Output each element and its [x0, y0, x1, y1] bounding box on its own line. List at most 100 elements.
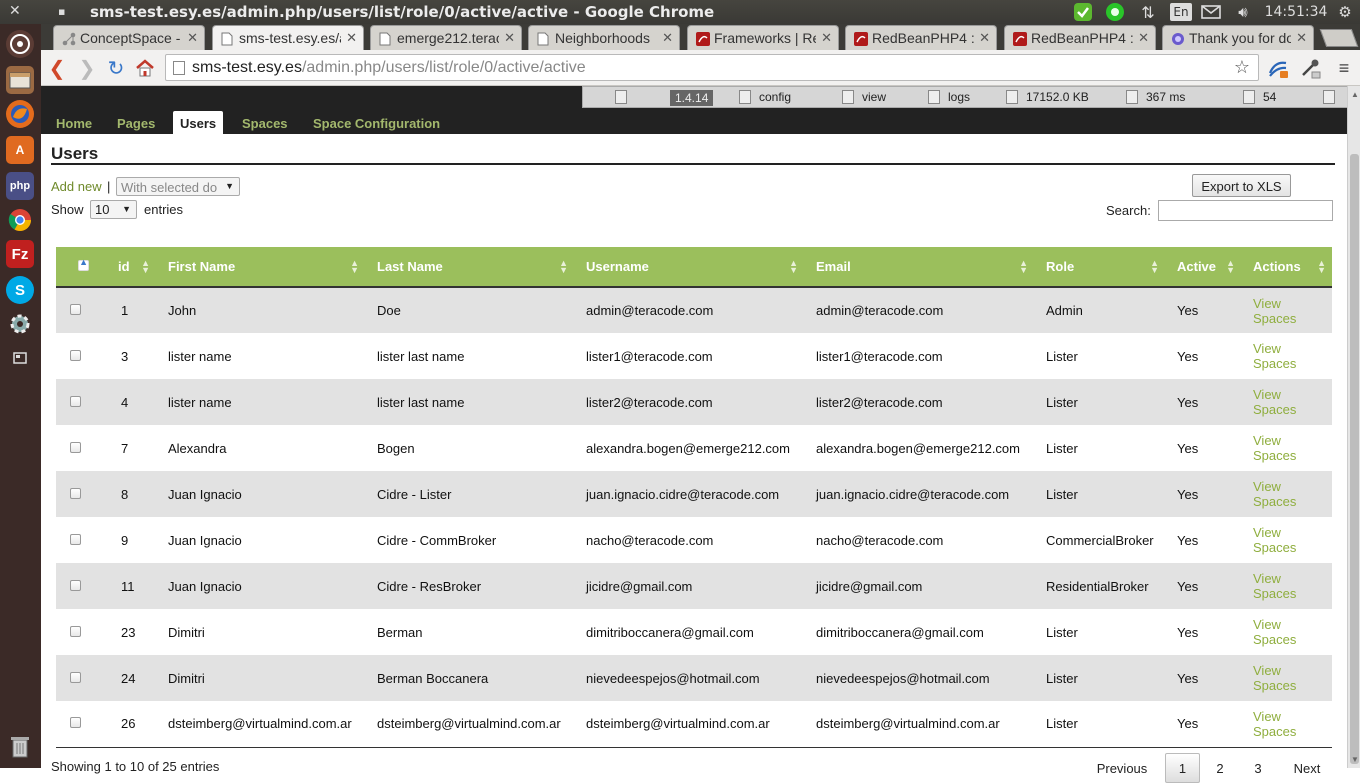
debug-view[interactable]: view [842, 90, 886, 104]
tab-redbean-1[interactable]: RedBeanPHP4 :: ✕ [845, 25, 997, 50]
close-icon[interactable]: ✕ [1138, 30, 1149, 46]
column-header-last-name[interactable]: Last Name ▲ ▼ [365, 247, 574, 288]
column-header-id[interactable]: id ▲ ▼ [106, 247, 156, 288]
bulk-action-select[interactable]: With selected do ▼ [116, 177, 240, 196]
pagination-next[interactable]: Next [1281, 753, 1333, 783]
extension-icon[interactable] [1266, 56, 1290, 80]
column-header-active[interactable]: Active ▲ ▼ [1165, 247, 1241, 288]
skype-icon[interactable]: S [6, 276, 34, 304]
row-checkbox[interactable] [70, 533, 81, 545]
close-icon[interactable]: ✕ [346, 30, 357, 46]
system-settings-icon[interactable] [6, 310, 34, 338]
ubuntu-icon[interactable] [6, 30, 34, 58]
row-checkbox[interactable] [70, 487, 81, 499]
menu-icon[interactable]: ≡ [1332, 56, 1356, 80]
close-icon[interactable]: ✕ [979, 30, 990, 46]
row-checkbox[interactable] [70, 625, 81, 637]
debug-logs[interactable]: logs [928, 90, 970, 104]
row-checkbox[interactable] [70, 717, 81, 729]
tab-neighborhoods[interactable]: Neighborhoods ✕ [528, 25, 680, 50]
tab-thank-you[interactable]: Thank you for do ✕ [1162, 25, 1314, 50]
network-icon[interactable]: ⇅ [1139, 3, 1157, 22]
tab-redbean-2[interactable]: RedBeanPHP4 :: ✕ [1004, 25, 1156, 50]
debug-memory[interactable]: 17152.0 KB [1006, 90, 1089, 104]
row-checkbox[interactable] [70, 671, 81, 683]
close-icon[interactable]: ✕ [187, 30, 198, 46]
pagination-previous[interactable]: Previous [1087, 753, 1157, 783]
column-header-role[interactable]: Role ▲ ▼ [1034, 247, 1165, 288]
eyedropper-extension-icon[interactable] [1298, 56, 1322, 80]
chrome-icon[interactable] [6, 206, 34, 234]
view-spaces-link[interactable]: View Spaces [1253, 617, 1332, 647]
tab-sms-test[interactable]: sms-test.esy.es/admin✕ [212, 25, 364, 50]
firefox-icon[interactable] [6, 100, 34, 128]
files-icon[interactable] [6, 66, 34, 94]
close-icon[interactable]: ✕ [662, 30, 673, 46]
home-button[interactable] [133, 56, 157, 80]
tab-emerge212[interactable]: emerge212.teracode✕ [370, 25, 522, 50]
column-header-first-name[interactable]: First Name ▲ ▼ [156, 247, 365, 288]
trash-icon[interactable] [6, 732, 34, 760]
close-icon[interactable]: ✕ [821, 30, 832, 46]
software-center-icon[interactable]: A [6, 136, 34, 164]
filezilla-icon[interactable]: Fz [6, 240, 34, 268]
update-icon[interactable] [1073, 3, 1093, 21]
keyboard-layout-indicator[interactable]: En [1170, 3, 1192, 21]
back-button[interactable]: ❮ [45, 56, 69, 80]
view-spaces-link[interactable]: View Spaces [1253, 479, 1332, 509]
row-checkbox[interactable] [70, 579, 81, 591]
close-icon[interactable]: ✕ [504, 30, 515, 46]
view-spaces-link[interactable]: View Spaces [1253, 525, 1332, 555]
debug-config[interactable]: config [739, 90, 791, 104]
nav-spaces[interactable]: Spaces [242, 111, 288, 135]
row-checkbox[interactable] [70, 395, 81, 407]
php-icon[interactable]: php [6, 172, 34, 200]
pagination-page-2[interactable]: 2 [1205, 753, 1235, 783]
nav-space-configuration[interactable]: Space Configuration [313, 111, 440, 135]
pagination-page-3[interactable]: 3 [1243, 753, 1273, 783]
add-new-link[interactable]: Add new [51, 179, 102, 194]
workspace-icon[interactable] [6, 344, 34, 372]
debug-time[interactable]: 367 ms [1126, 90, 1185, 104]
window-close-button[interactable]: ✕ [9, 3, 21, 19]
row-checkbox[interactable] [70, 349, 81, 361]
view-spaces-link[interactable]: View Spaces [1253, 341, 1332, 371]
row-checkbox[interactable] [70, 441, 81, 453]
tab-conceptspace[interactable]: ConceptSpace - Pro✕ [53, 25, 205, 50]
view-spaces-link[interactable]: View Spaces [1253, 387, 1332, 417]
column-header-email[interactable]: Email ▲ ▼ [804, 247, 1034, 288]
bookmark-star-icon[interactable]: ☆ [1234, 57, 1250, 78]
debug-queries[interactable]: 54 [1243, 90, 1276, 104]
view-spaces-link[interactable]: View Spaces [1253, 709, 1332, 739]
view-spaces-link[interactable]: View Spaces [1253, 433, 1332, 463]
row-checkbox[interactable] [70, 304, 81, 315]
pagination-page-1[interactable]: 1 [1165, 753, 1200, 783]
search-input[interactable] [1158, 200, 1333, 221]
page-scrollbar[interactable]: ▲ ▼ [1347, 86, 1360, 768]
volume-icon[interactable]: 🔊︎ [1233, 3, 1253, 21]
page-length-select[interactable]: 10 ▼ [90, 200, 137, 219]
select-all-header[interactable]: ▲ [56, 247, 106, 288]
clock[interactable]: 14:51:34 [1265, 3, 1328, 21]
settings-gear-icon[interactable]: ⚙ [1335, 3, 1355, 21]
reload-button[interactable]: ↻ [104, 56, 128, 80]
close-icon[interactable]: ✕ [1296, 30, 1307, 46]
debug-close-icon[interactable] [1323, 90, 1343, 104]
nav-users[interactable]: Users [173, 111, 224, 135]
tab-frameworks[interactable]: Frameworks | Re ✕ [687, 25, 839, 50]
forward-button[interactable]: ❯ [75, 56, 99, 80]
view-spaces-link[interactable]: View Spaces [1253, 571, 1332, 601]
scroll-down-icon[interactable]: ▼ [1351, 755, 1359, 764]
nav-pages[interactable]: Pages [117, 111, 155, 135]
new-tab-button[interactable] [1319, 29, 1359, 47]
export-xls-button[interactable]: Export to XLS [1192, 174, 1291, 197]
view-spaces-link[interactable]: View Spaces [1253, 296, 1332, 326]
status-icon[interactable] [1105, 3, 1125, 21]
view-spaces-link[interactable]: View Spaces [1253, 663, 1332, 693]
address-bar[interactable]: sms-test.esy.es/admin.php/users/list/rol… [165, 54, 1259, 81]
window-minimize-button[interactable]: ▪ [58, 5, 65, 18]
column-header-username[interactable]: Username ▲ ▼ [574, 247, 804, 288]
scroll-up-icon[interactable]: ▲ [1351, 90, 1359, 99]
scroll-thumb[interactable] [1350, 154, 1359, 764]
mail-icon[interactable] [1201, 3, 1221, 21]
